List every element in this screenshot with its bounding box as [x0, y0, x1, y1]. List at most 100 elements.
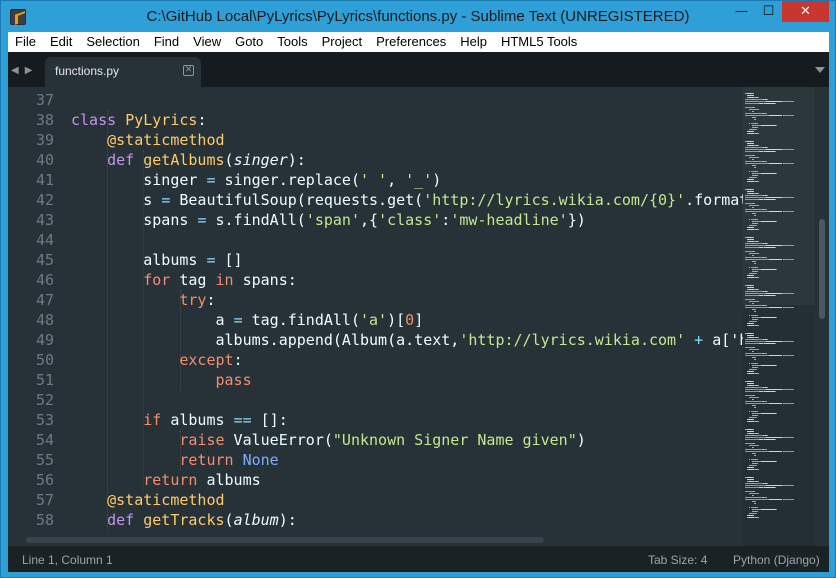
code-token: try — [179, 291, 207, 309]
minimap-mark — [752, 513, 757, 514]
code-area[interactable]: class PyLyrics: @staticmethod def getAlb… — [71, 87, 746, 546]
chevron-right-icon[interactable]: ▶ — [25, 65, 39, 76]
line-number: 55 — [35, 451, 54, 469]
chevron-left-icon[interactable]: ◀ — [11, 65, 25, 76]
minimap-mark — [753, 455, 756, 456]
maximize-button[interactable]: ☐ — [755, 1, 782, 22]
minimap-mark — [783, 451, 794, 452]
line-number: 58 — [35, 511, 54, 529]
horizontal-scrollbar[interactable] — [26, 537, 544, 543]
minimap-mark — [756, 411, 759, 412]
minimap-mark — [766, 389, 783, 390]
line-number: 49 — [35, 331, 54, 349]
code-line[interactable]: a = tag.findAll('a')[0] — [71, 310, 423, 330]
code-line[interactable]: for tag in spans: — [71, 270, 297, 290]
code-line[interactable]: def getAlbums(singer): — [71, 150, 306, 170]
minimap-mark — [768, 391, 776, 392]
code-line[interactable]: albums = [] — [71, 250, 242, 270]
menu-file[interactable]: File — [8, 32, 43, 52]
close-icon[interactable]: ✕ — [183, 65, 194, 76]
minimap-mark — [768, 307, 783, 308]
code-line[interactable]: def getTracks(album): — [71, 510, 297, 530]
code-line[interactable]: class PyLyrics: — [71, 110, 206, 130]
code-line[interactable]: if albums == []: — [71, 410, 288, 430]
minimap-mark — [747, 323, 755, 324]
title-bar[interactable]: C:\GitHub Local\PyLyrics\PyLyrics\functi… — [1, 1, 835, 32]
close-button[interactable]: ✕ — [782, 1, 829, 22]
code-token: tag.findAll( — [242, 311, 360, 329]
code-token: ) — [432, 171, 442, 189]
code-line[interactable]: except: — [71, 350, 243, 370]
minimap-mark — [745, 483, 754, 484]
code-token: a['href'],singer)) — [712, 331, 746, 349]
menu-edit[interactable]: Edit — [43, 32, 79, 52]
menu-project[interactable]: Project — [315, 32, 369, 52]
menu-html5-tools[interactable]: HTML5 Tools — [494, 32, 584, 52]
code-line[interactable]: albums.append(Album(a.text,'http://lyric… — [71, 330, 746, 350]
minimap-mark — [765, 305, 767, 306]
code-token: ) — [576, 431, 586, 449]
minimap-mark — [745, 343, 753, 344]
code-token: tag — [170, 271, 216, 289]
tab-nav-arrows[interactable]: ◀▶ — [11, 65, 38, 76]
minimap-mark — [753, 351, 755, 352]
minimap-mark — [765, 353, 767, 354]
code-line[interactable]: @staticmethod — [71, 130, 224, 150]
code-line[interactable]: s = BeautifulSoup(requests.get('http://l… — [71, 190, 746, 210]
code-token: = — [206, 251, 216, 269]
code-line[interactable]: return None — [71, 450, 278, 470]
minimap-mark — [783, 499, 794, 500]
minimap-mark — [755, 511, 758, 512]
code-token: : — [206, 291, 216, 309]
code-line[interactable]: pass — [71, 370, 252, 390]
code-token: : — [233, 351, 243, 369]
minimap-mark — [753, 311, 756, 312]
code-token: 0 — [405, 311, 415, 329]
code-line[interactable]: return albums — [71, 470, 260, 490]
minimap-mark — [752, 321, 757, 322]
minimap-viewport[interactable] — [743, 87, 815, 305]
tab-functions-py[interactable]: functions.py ✕ — [45, 57, 201, 87]
menu-selection[interactable]: Selection — [79, 32, 146, 52]
code-token: : — [441, 211, 451, 229]
menu-preferences[interactable]: Preferences — [369, 32, 453, 52]
menu-tools[interactable]: Tools — [270, 32, 314, 52]
chevron-down-icon[interactable] — [815, 67, 825, 73]
code-line[interactable]: raise ValueError("Unknown Signer Name gi… — [71, 430, 586, 450]
minimap-mark — [758, 385, 760, 386]
minimap-mark — [754, 405, 756, 406]
minimap-mark — [754, 413, 761, 414]
line-number: 45 — [35, 251, 54, 269]
minimap-mark — [755, 415, 758, 416]
code-line[interactable]: @staticmethod — [71, 490, 224, 510]
code-line[interactable]: try: — [71, 290, 216, 310]
syntax-indicator[interactable]: Python (Django) — [733, 553, 820, 567]
code-line[interactable]: spans = s.findAll('span',{'class':'mw-he… — [71, 210, 586, 230]
menu-view[interactable]: View — [186, 32, 228, 52]
minimap-mark — [754, 309, 756, 310]
line-number: 43 — [35, 211, 54, 229]
minimap-mark — [755, 319, 758, 320]
menu-find[interactable]: Find — [147, 32, 186, 52]
minimap-mark — [756, 507, 759, 508]
minimap-mark — [768, 355, 783, 356]
tab-size-indicator[interactable]: Tab Size: 4 — [648, 553, 707, 567]
menu-help[interactable]: Help — [453, 32, 494, 52]
minimize-button[interactable]: — — [728, 1, 755, 22]
vertical-scrollbar[interactable] — [815, 87, 829, 546]
minimap-mark — [775, 343, 777, 344]
code-editor[interactable]: 37 38 39 40 41 42 43 44 45 46 47 48 49 50 51 52 53 54 55 56… — [8, 87, 829, 546]
minimap-mark — [758, 481, 760, 482]
menu-goto[interactable]: Goto — [228, 32, 270, 52]
code-token: 'a' — [360, 311, 388, 329]
minimap-mark — [757, 373, 759, 374]
scroll-thumb[interactable] — [819, 219, 825, 319]
minimap-mark — [756, 315, 759, 316]
code-line[interactable]: singer = singer.replace(' ', '_') — [71, 170, 441, 190]
